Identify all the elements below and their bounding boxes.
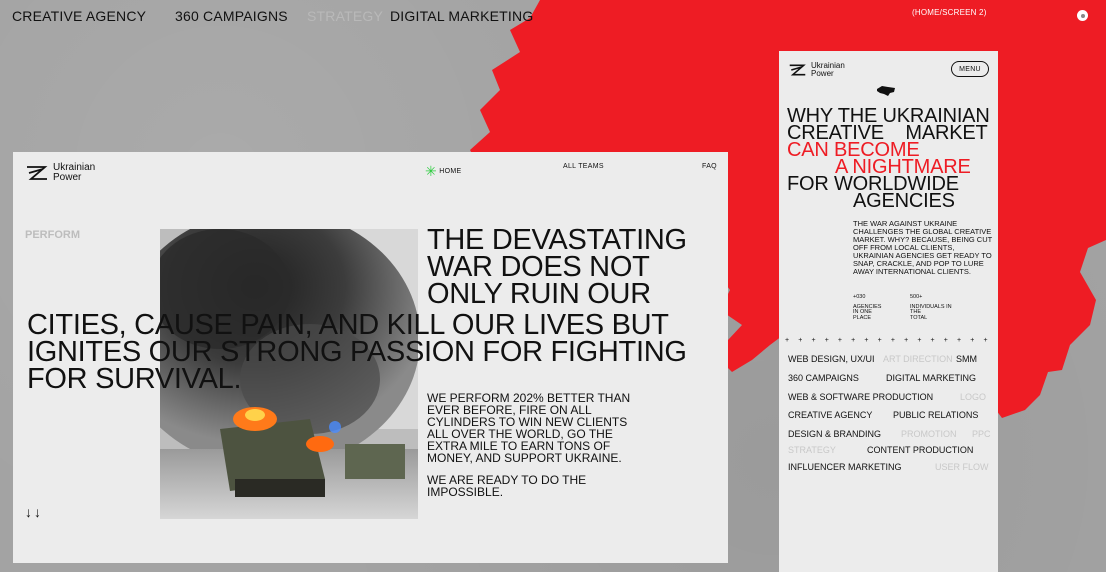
logo-text-line2: Power — [811, 69, 834, 78]
headline-line: FOR SURVIVAL. — [27, 363, 242, 395]
ukraine-map-icon — [877, 86, 895, 96]
service-strategy[interactable]: STRATEGY — [788, 445, 836, 455]
service-public-relations[interactable]: PUBLIC RELATIONS — [893, 410, 978, 420]
logo-text-line2: Power — [53, 172, 82, 183]
logo-mark-icon — [27, 166, 48, 180]
service-promotion[interactable]: PROMOTION — [901, 429, 957, 439]
top-nav-360-campaigns[interactable]: 360 CAMPAIGNS — [175, 8, 288, 24]
service-design-branding[interactable]: DESIGN & BRANDING — [788, 429, 881, 439]
service-logo[interactable]: LOGO — [960, 392, 986, 402]
stat-agencies: +030 AGENCIES IN ONE PLACE — [853, 294, 882, 321]
headline-line: THE DEVASTATING — [427, 224, 687, 256]
headline-line: ONLY RUIN OUR — [427, 278, 651, 310]
top-nav-creative-agency[interactable]: CREATIVE AGENCY — [12, 8, 146, 24]
headline-full: CITIES, CAUSE PAIN, AND KILL OUR LIVES B… — [27, 309, 687, 395]
mobile-body-text: THE WAR AGAINST UKRAINE CHALLENGES THE G… — [853, 219, 993, 276]
stat-label: INDIVIDUALS IN THE TOTAL — [910, 303, 952, 321]
service-360-campaigns[interactable]: 360 CAMPAIGNS — [788, 373, 859, 383]
service-user-flow[interactable]: USER FLOW — [935, 462, 989, 472]
service-influencer-marketing[interactable]: INFLUENCER MARKETING — [788, 462, 902, 472]
scroll-down-icon[interactable]: ↓↓ — [25, 504, 43, 520]
body-paragraph-2: WE ARE READY TO DO THE IMPOSSIBLE. — [427, 473, 587, 499]
headline-line: IGNITES OUR STRONG PASSION FOR FIGHTING — [27, 336, 687, 368]
logo-mark-icon — [789, 64, 806, 76]
service-creative-agency[interactable]: CREATIVE AGENCY — [788, 410, 872, 420]
service-ppc[interactable]: PPC — [972, 429, 991, 439]
screen-label: (HOME/SCREEN 2) — [912, 8, 987, 17]
cursor-dot-icon[interactable] — [1077, 10, 1088, 21]
headline-right: THE DEVASTATING WAR DOES NOT ONLY RUIN O… — [427, 224, 687, 310]
perform-label: PERFORM — [25, 229, 80, 241]
service-smm[interactable]: SMM — [956, 354, 977, 364]
nav-home-label: HOME — [439, 168, 462, 175]
mobile-ukrainian-power-logo[interactable]: Ukrainian Power — [788, 62, 845, 78]
stat-individuals: 500+ INDIVIDUALS IN THE TOTAL — [910, 294, 952, 321]
service-web-software[interactable]: WEB & SOFTWARE PRODUCTION — [788, 392, 933, 402]
nav-home[interactable]: ✳ HOME — [425, 163, 461, 180]
service-content-production[interactable]: CONTENT PRODUCTION — [867, 445, 973, 455]
menu-button[interactable]: MENU — [951, 61, 989, 77]
body-paragraph-1: WE PERFORM 202% BETTER THAN EVER BEFORE,… — [427, 391, 631, 465]
mobile-preview-card: Ukrainian Power MENU WHY THE UKRAINIAN C… — [779, 51, 998, 572]
nav-faq[interactable]: FAQ — [702, 163, 717, 170]
stat-label: AGENCIES IN ONE PLACE — [853, 303, 882, 321]
ukrainian-power-logo[interactable]: Ukrainian Power — [25, 163, 95, 183]
headline-line: CITIES, CAUSE PAIN, AND KILL OUR LIVES B… — [27, 309, 669, 341]
divider-plus-row: + + + + + + + + + + + + + + + + + + + + … — [785, 337, 994, 344]
asterisk-icon: ✳ — [425, 163, 438, 179]
stat-value: 500+ — [910, 294, 923, 300]
top-nav-strategy[interactable]: STRATEGY — [307, 8, 383, 24]
headline-line: WAR DOES NOT — [427, 251, 650, 283]
top-marquee-nav: CREATIVE AGENCY 360 CAMPAIGNS STRATEGY D… — [12, 8, 1094, 24]
service-web-design[interactable]: WEB DESIGN, UX/UI — [788, 354, 875, 364]
service-art-direction[interactable]: ART DIRECTION — [883, 354, 953, 364]
nav-all-teams[interactable]: ALL TEAMS — [563, 163, 604, 170]
desktop-preview-card: Ukrainian Power ✳ HOME ALL TEAMS FAQ PER… — [13, 152, 728, 563]
top-nav-digital-marketing[interactable]: DIGITAL MARKETING — [390, 8, 533, 24]
mobile-headline: WHY THE UKRAINIAN CREATIVE MARKET CAN BE… — [787, 106, 992, 212]
stat-value: +030 — [853, 294, 866, 300]
headline-line: AGENCIES — [853, 190, 955, 212]
service-digital-marketing[interactable]: DIGITAL MARKETING — [886, 373, 976, 383]
